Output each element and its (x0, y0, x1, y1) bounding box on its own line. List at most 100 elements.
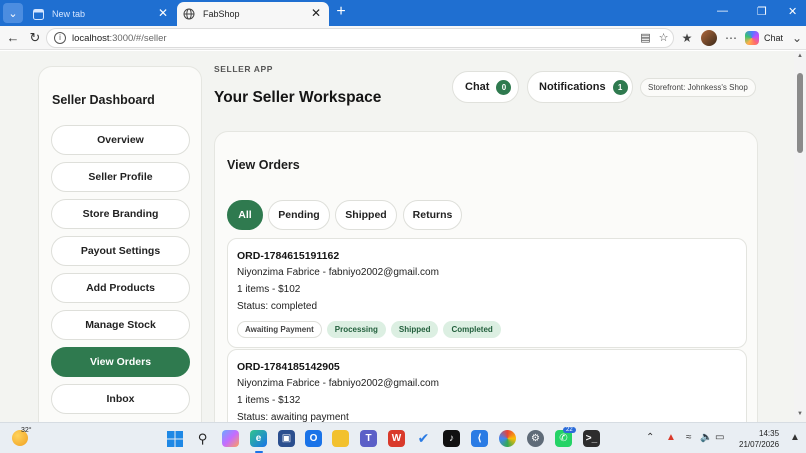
favorites-icon[interactable]: ★ (679, 30, 695, 46)
copilot-app-icon[interactable] (222, 430, 239, 447)
sidebar-item-overview[interactable]: Overview (51, 125, 190, 155)
new-tab-icon (32, 8, 44, 20)
sidebar-item-store-branding[interactable]: Store Branding (51, 199, 190, 229)
order-card[interactable]: ORD-1784185142905 Niyonzima Fabrice - fa… (227, 349, 747, 422)
battery-icon[interactable]: ▭ (715, 432, 724, 443)
notifications-button[interactable]: Notifications 1 (527, 71, 633, 103)
filter-shipped[interactable]: Shipped (335, 200, 397, 230)
tray-chevron-icon[interactable]: ⌃ (646, 432, 654, 443)
new-tab-button[interactable]: + (333, 4, 349, 20)
antivirus-icon[interactable]: ▲ (666, 432, 676, 443)
outlook-icon[interactable]: O (305, 430, 322, 447)
favorite-star-icon[interactable]: ☆ (657, 32, 670, 45)
todo-icon[interactable]: ✔ (415, 430, 432, 447)
sidebar-item-payout-settings[interactable]: Payout Settings (51, 236, 190, 266)
sidebar-item-manage-stock[interactable]: Manage Stock (51, 310, 190, 340)
close-icon[interactable]: ✕ (309, 7, 323, 21)
orders-title: View Orders (227, 158, 300, 172)
sidebar-item-view-orders[interactable]: View Orders (51, 347, 190, 377)
weather-temperature: 32° (21, 427, 32, 434)
step-shipped: Shipped (390, 321, 439, 338)
browser-tab-strip: ⌄ New tab ✕ FabShop ✕ + — ❐ ✕ (0, 0, 806, 26)
order-summary: 1 items - $132 (237, 395, 301, 406)
chat-count-badge: 0 (496, 79, 512, 95)
url-path: :3000/#/seller (109, 33, 167, 44)
order-card[interactable]: ORD-1784615191162 Niyonzima Fabrice - fa… (227, 238, 747, 348)
copilot-icon (745, 31, 759, 45)
step-awaiting-payment: Awaiting Payment (237, 321, 322, 338)
close-icon[interactable]: ✕ (156, 7, 170, 21)
start-icon[interactable] (166, 430, 183, 447)
filter-pending[interactable]: Pending (268, 200, 330, 230)
step-completed: Completed (443, 321, 501, 338)
order-id: ORD-1784185142905 (237, 361, 340, 373)
file-explorer-icon[interactable] (332, 430, 349, 447)
store-icon[interactable]: ▣ (278, 430, 295, 447)
sidebar-item-inbox[interactable]: Inbox (51, 384, 190, 414)
filter-all[interactable]: All (227, 200, 263, 230)
chevron-down-icon[interactable]: ⌄ (789, 30, 805, 46)
chat-button[interactable]: Chat 0 (452, 71, 519, 103)
notification-bell-icon[interactable]: ▲ (790, 432, 800, 443)
back-icon[interactable]: ← (5, 30, 21, 46)
refresh-icon[interactable]: ↻ (27, 30, 43, 46)
globe-icon (183, 8, 195, 20)
url-host: localhost (72, 33, 110, 44)
windows-taskbar: 32° ⚲ e ▣ O T W ✔ ♪ ⟨ ⚙ ✆ 22 >_ ⌃ ▲ ≈ 🔈 … (0, 422, 806, 453)
tab-fabshop[interactable]: FabShop ✕ (177, 2, 329, 26)
system-clock[interactable]: 14:35 21/07/2026 (739, 428, 779, 450)
orders-panel: View Orders All Pending Shipped Returns … (214, 131, 758, 422)
order-customer: Niyonzima Fabrice - fabniyo2002@gmail.co… (237, 267, 439, 278)
address-url[interactable]: localhost:3000/#/seller (72, 33, 167, 44)
scrollbar-thumb[interactable] (797, 73, 803, 153)
storefront-badge[interactable]: Storefront: Johnkess's Shop (640, 78, 756, 97)
scroll-up-icon[interactable]: ▲ (796, 53, 804, 59)
settings-gear-icon[interactable]: ⚙ (527, 430, 544, 447)
page-title: Your Seller Workspace (214, 89, 382, 106)
wps-office-icon[interactable]: W (388, 430, 405, 447)
volume-icon[interactable]: 🔈 (700, 432, 712, 443)
page-eyebrow: SELLER APP (214, 64, 274, 74)
order-summary: 1 items - $102 (237, 284, 301, 295)
copilot-label: Chat (764, 33, 784, 43)
browser-toolbar: ← ↻ i localhost:3000/#/seller ▤ ☆ ★ ⋯ Ch… (0, 26, 806, 50)
notifications-count-badge: 1 (612, 79, 628, 95)
sidebar-item-add-products[interactable]: Add Products (51, 273, 190, 303)
wifi-icon[interactable]: ≈ (686, 432, 692, 443)
order-customer: Niyonzima Fabrice - fabniyo2002@gmail.co… (237, 378, 439, 389)
tab-actions-menu-icon[interactable]: ⌄ (3, 3, 23, 23)
search-icon[interactable]: ⚲ (194, 430, 211, 447)
vscode-icon[interactable]: ⟨ (471, 430, 488, 447)
seller-page: Seller Dashboard Overview Seller Profile… (0, 51, 794, 422)
site-info-icon[interactable]: i (54, 32, 66, 44)
edge-icon[interactable]: e (250, 430, 267, 447)
tab-new-tab[interactable]: New tab ✕ (26, 2, 176, 26)
reader-mode-icon[interactable]: ▤ (639, 32, 652, 45)
filter-returns[interactable]: Returns (403, 200, 462, 230)
clock-date: 21/07/2026 (739, 440, 780, 449)
order-id: ORD-1784615191162 (237, 250, 340, 262)
more-options-icon[interactable]: ⋯ (723, 30, 739, 46)
step-processing: Processing (326, 321, 386, 338)
scroll-down-icon[interactable]: ▼ (796, 411, 804, 417)
profile-avatar[interactable] (701, 30, 717, 46)
sidebar-title: Seller Dashboard (52, 93, 155, 107)
sidebar-item-seller-profile[interactable]: Seller Profile (51, 162, 190, 192)
terminal-icon[interactable]: >_ (583, 430, 600, 447)
tiktok-icon[interactable]: ♪ (443, 430, 460, 447)
order-status: Status: awaiting payment (237, 412, 349, 422)
teams-icon[interactable]: T (360, 430, 377, 447)
chat-label: Chat (465, 81, 490, 93)
whatsapp-unread-badge: 22 (563, 427, 576, 433)
chrome-icon[interactable] (499, 430, 516, 447)
minimize-icon[interactable]: — (717, 5, 728, 17)
order-progress-steps: Awaiting Payment Processing Shipped Comp… (237, 321, 506, 338)
window-close-icon[interactable]: ✕ (788, 5, 797, 18)
copilot-chat-button[interactable]: Chat (745, 29, 783, 47)
address-bar[interactable]: i localhost:3000/#/seller ▤ ☆ (46, 28, 674, 48)
tab-label: FabShop (203, 9, 240, 19)
tab-label: New tab (52, 9, 86, 19)
seller-sidebar: Seller Dashboard Overview Seller Profile… (38, 66, 202, 422)
notifications-label: Notifications (539, 81, 606, 93)
restore-icon[interactable]: ❐ (757, 5, 767, 18)
